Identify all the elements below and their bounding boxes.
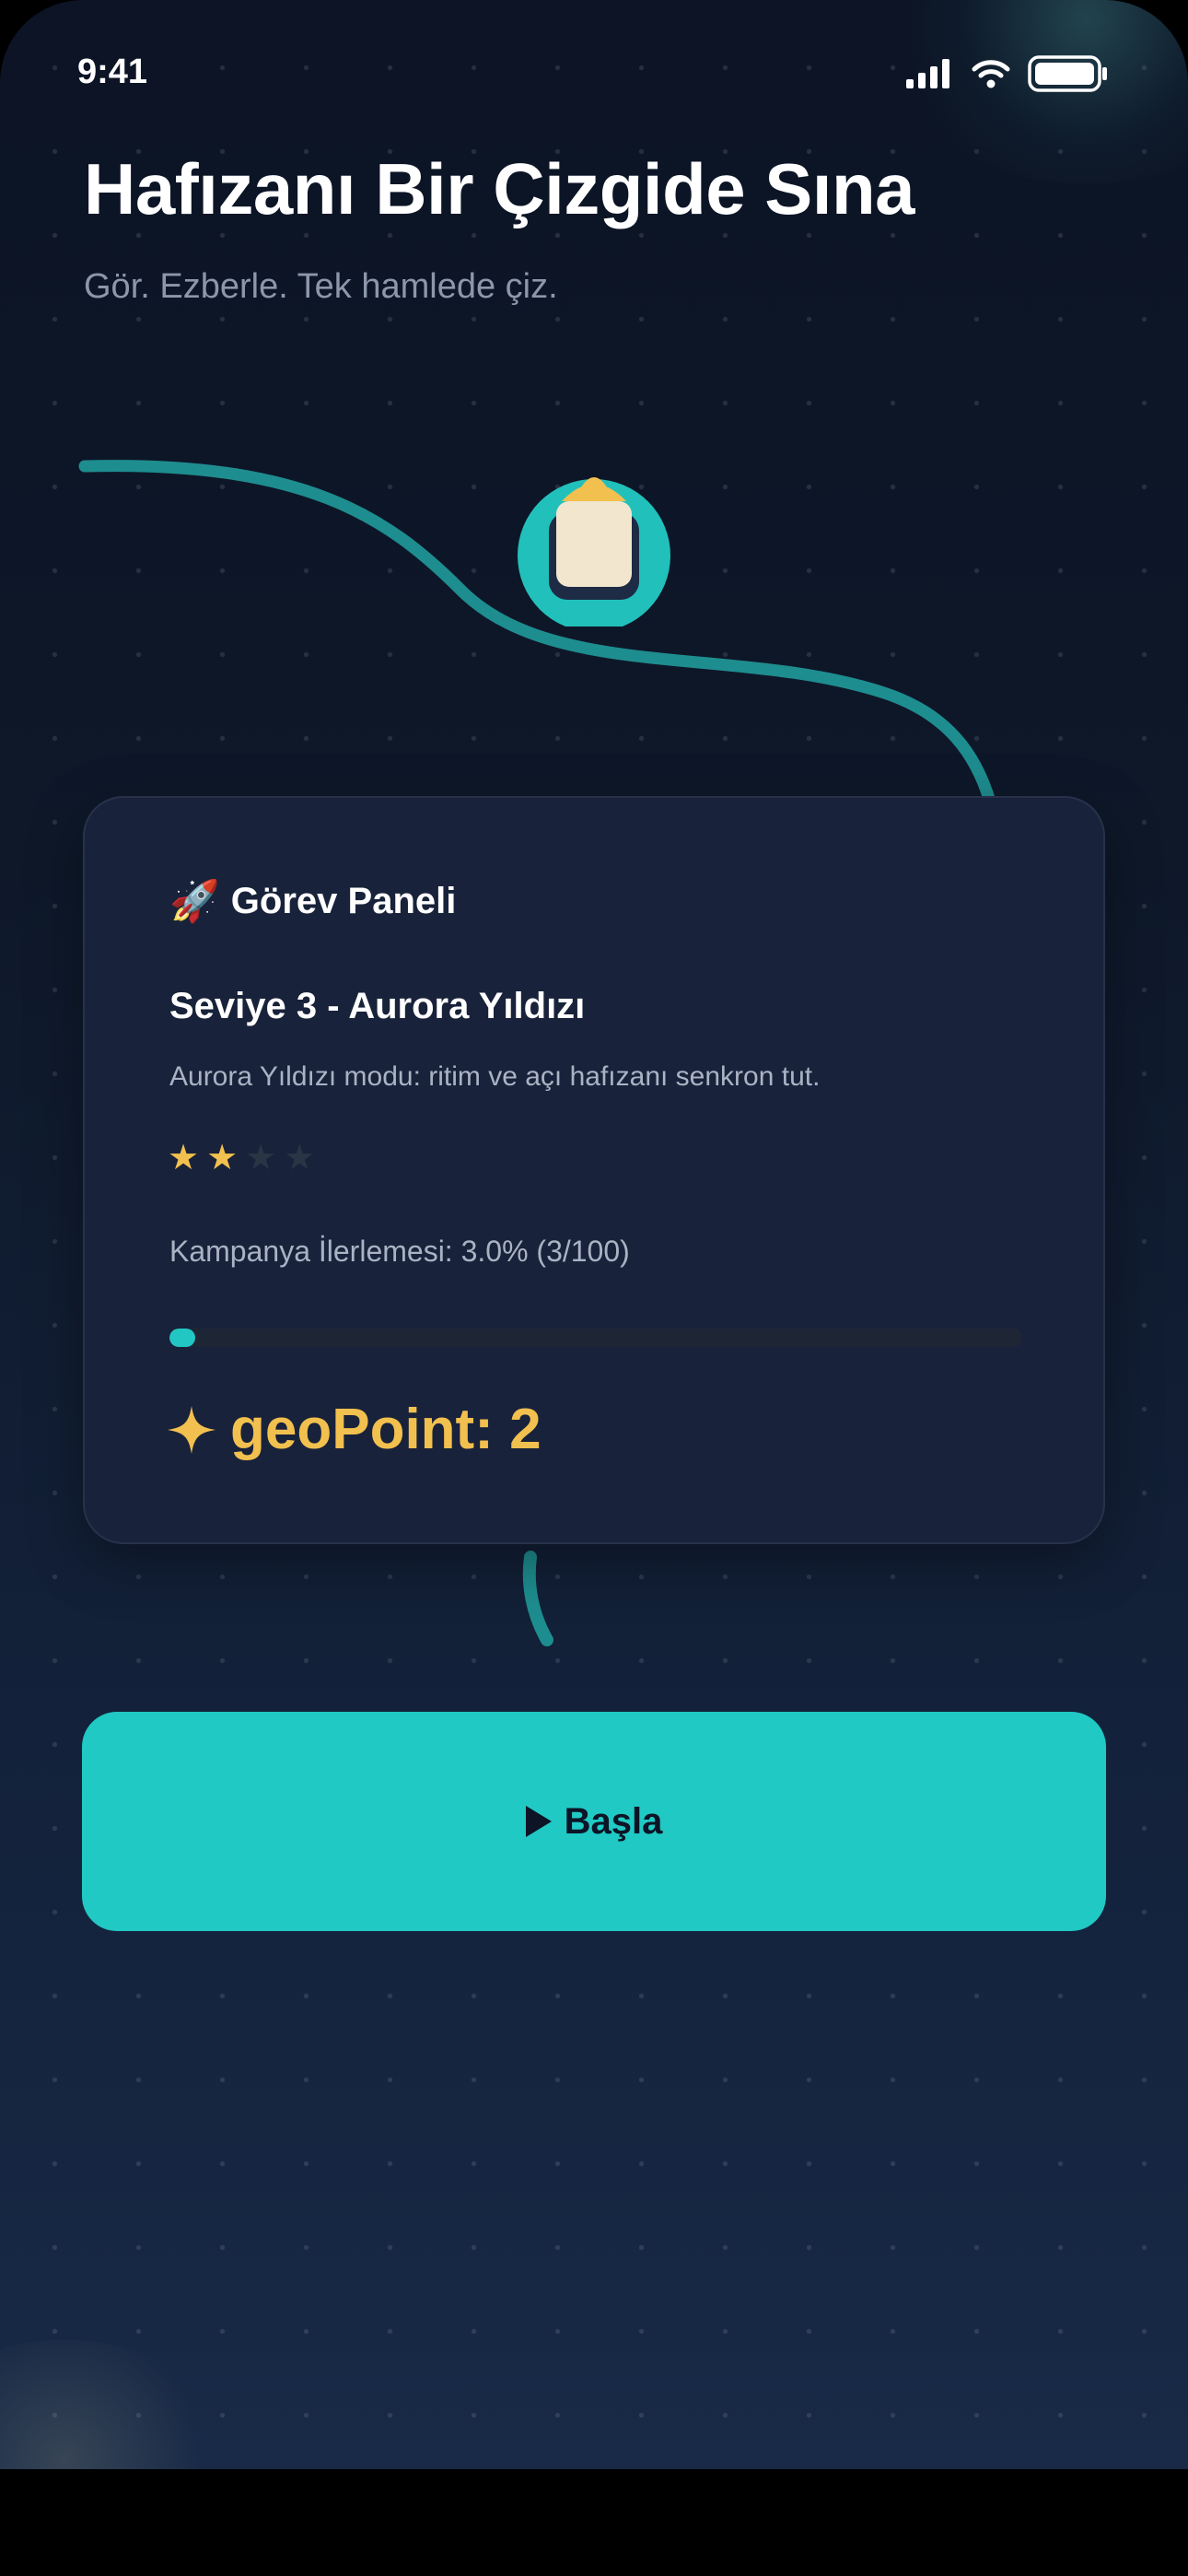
star-filled-icon: ★	[168, 1139, 200, 1177]
play-icon	[525, 1806, 552, 1837]
panel-header: 🚀 Görev Paneli	[169, 881, 456, 922]
panel-heading: Görev Paneli	[230, 881, 457, 921]
app-screen: 9:41 Hafızanı Bir Çizgide Sına Gör. Ezbe…	[0, 0, 1188, 2469]
rocket-icon: 🚀	[169, 878, 220, 924]
star-filled-icon: ★	[206, 1139, 239, 1177]
points-text: geoPoint: 2	[230, 1398, 542, 1461]
progress-fill	[169, 1329, 195, 1347]
star-empty-icon: ★	[245, 1139, 277, 1177]
start-button-label: Başla	[564, 1800, 663, 1842]
level-title: Seviye 3 - Aurora Yıldızı	[169, 986, 586, 1026]
points-display: geoPoint: 2	[166, 1397, 542, 1462]
progress-bar	[169, 1329, 1022, 1347]
sparkle-icon	[168, 1405, 215, 1454]
progress-label: Kampanya İlerlemesi: 3.0% (3/100)	[169, 1235, 630, 1268]
mission-panel: 🚀 Görev Paneli Seviye 3 - Aurora Yıldızı…	[83, 796, 1105, 1544]
start-button[interactable]: Başla	[82, 1712, 1106, 1931]
star-rating: ★ ★ ★ ★	[168, 1141, 315, 1176]
star-empty-icon: ★	[284, 1139, 316, 1177]
pencil-marker-icon	[518, 477, 670, 626]
level-description: Aurora Yıldızı modu: ritim ve açı hafıza…	[169, 1061, 821, 1092]
